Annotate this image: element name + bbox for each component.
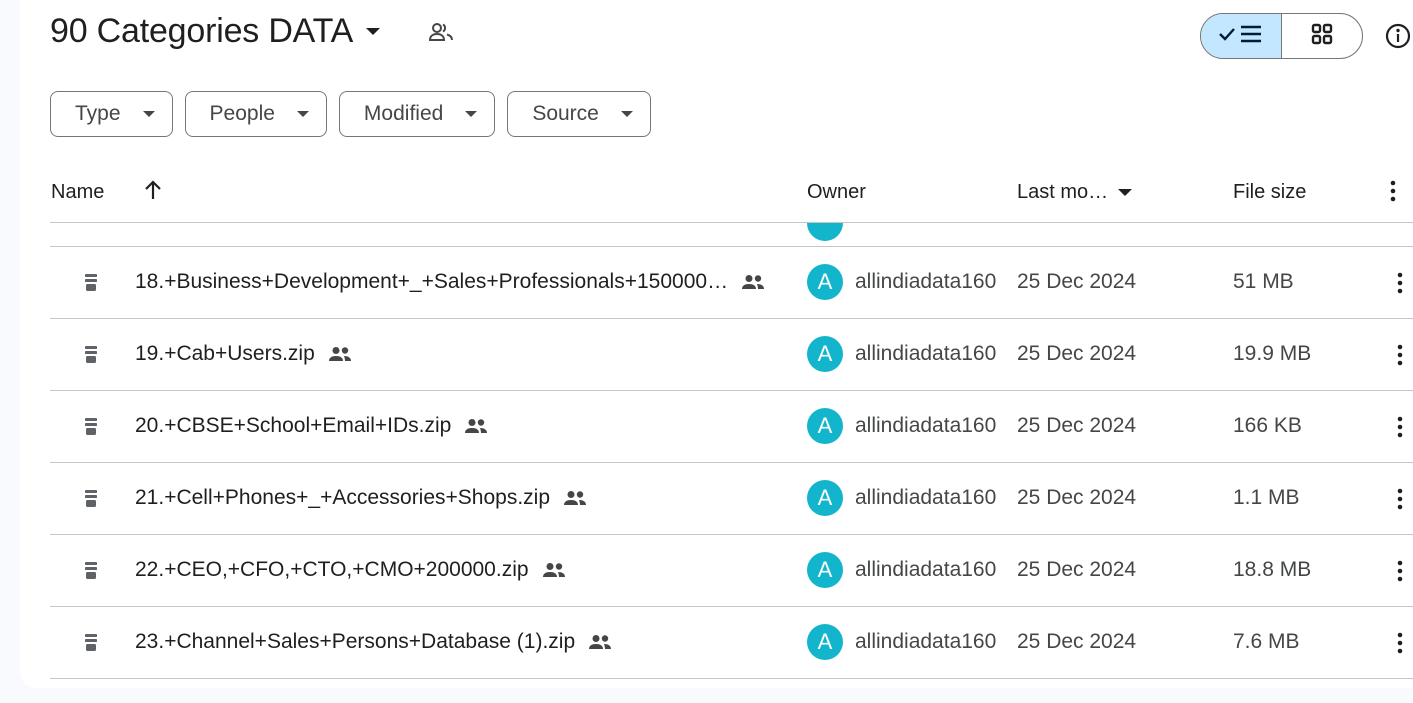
- shared-people-icon: [327, 346, 353, 362]
- folder-title[interactable]: 90 Categories DATA: [50, 12, 353, 51]
- column-options-more-icon[interactable]: [1390, 180, 1396, 202]
- column-modified-header[interactable]: Last mo…: [1017, 181, 1133, 204]
- more-actions-icon[interactable]: [1390, 413, 1410, 441]
- zip-file-icon: [83, 273, 99, 293]
- zip-file-icon: [83, 345, 99, 365]
- more-actions-icon[interactable]: [1390, 485, 1410, 513]
- table-row[interactable]: 19.+Cab+Users.zip A allindiadata160 25 D…: [50, 319, 1413, 391]
- avatar: A: [807, 624, 843, 660]
- table-row[interactable]: 22.+CEO,+CFO,+CTO,+CMO+200000.zip A alli…: [50, 535, 1413, 607]
- shared-people-icon: [541, 562, 567, 578]
- file-size: 19.9 MB: [1233, 342, 1312, 365]
- view-toggle: [1200, 13, 1363, 59]
- list-view-button[interactable]: [1201, 14, 1282, 58]
- dropdown-caret-icon: [620, 110, 633, 118]
- dropdown-caret-icon: [142, 110, 155, 118]
- owner-name: allindiadata160: [855, 414, 997, 437]
- shared-people-icon: [587, 634, 613, 650]
- last-modified: 25 Dec 2024: [1017, 414, 1137, 437]
- shared-people-icon: [463, 418, 489, 434]
- avatar: A: [807, 552, 843, 588]
- table-row[interactable]: 20.+CBSE+School+Email+IDs.zip A allindia…: [50, 391, 1413, 463]
- owner-name: allindiadata160: [855, 558, 997, 581]
- filter-chips: Type People Modified Source: [50, 91, 651, 137]
- table-row[interactable]: [50, 679, 1413, 688]
- shared-people-icon: [562, 490, 588, 506]
- info-icon[interactable]: [1384, 22, 1412, 50]
- last-modified: 25 Dec 2024: [1017, 342, 1137, 365]
- table-row[interactable]: 21.+Cell+Phones+_+Accessories+Shops.zip …: [50, 463, 1413, 535]
- file-size: 166 KB: [1233, 414, 1302, 437]
- table-header: Name Owner Last mo… File size: [50, 168, 1413, 223]
- chip-label: People: [209, 102, 275, 125]
- people-icon[interactable]: [427, 18, 455, 46]
- file-size: 1.1 MB: [1233, 486, 1300, 509]
- more-actions-icon[interactable]: [1390, 629, 1410, 657]
- column-name-header[interactable]: Name: [51, 181, 104, 204]
- owner-name: allindiadata160: [855, 342, 997, 365]
- table-row[interactable]: 23.+Channel+Sales+Persons+Database (1).z…: [50, 607, 1413, 679]
- file-name[interactable]: 22.+CEO,+CFO,+CTO,+CMO+200000.zip: [135, 558, 529, 582]
- file-name[interactable]: 21.+Cell+Phones+_+Accessories+Shops.zip: [135, 486, 550, 510]
- check-list-icon: [1217, 23, 1265, 50]
- zip-file-icon: [83, 417, 99, 437]
- column-size-header[interactable]: File size: [1233, 181, 1306, 204]
- file-size: 18.8 MB: [1233, 558, 1312, 581]
- chip-label: Type: [75, 102, 121, 125]
- owner-name: allindiadata160: [855, 486, 997, 509]
- shared-people-icon: [740, 274, 766, 290]
- avatar: A: [807, 336, 843, 372]
- file-size: 51 MB: [1233, 270, 1294, 293]
- file-name[interactable]: 23.+Channel+Sales+Persons+Database (1).z…: [135, 630, 575, 654]
- last-modified: 25 Dec 2024: [1017, 558, 1137, 581]
- filter-source-chip[interactable]: Source: [507, 91, 651, 137]
- table-row[interactable]: 18.+Business+Development+_+Sales+Profess…: [50, 247, 1413, 319]
- folder-menu-caret-icon[interactable]: [363, 22, 383, 42]
- chip-label: Source: [532, 102, 599, 125]
- chip-label: Modified: [363, 102, 444, 125]
- last-modified: 25 Dec 2024: [1017, 630, 1137, 653]
- zip-file-icon: [83, 561, 99, 581]
- grid-icon: [1311, 23, 1333, 50]
- owner-name: allindiadata160: [855, 270, 997, 293]
- file-name[interactable]: 19.+Cab+Users.zip: [135, 342, 315, 366]
- filter-modified-chip[interactable]: Modified: [338, 91, 496, 137]
- file-list: 18.+Business+Development+_+Sales+Profess…: [50, 223, 1413, 688]
- last-modified: 25 Dec 2024: [1017, 486, 1137, 509]
- avatar: [807, 223, 843, 241]
- owner-name: allindiadata160: [855, 630, 997, 653]
- dropdown-caret-icon: [1118, 188, 1133, 197]
- file-name[interactable]: 18.+Business+Development+_+Sales+Profess…: [135, 270, 728, 294]
- file-size: 7.6 MB: [1233, 630, 1300, 653]
- sort-ascending-arrow-icon[interactable]: [142, 178, 164, 202]
- avatar: A: [807, 408, 843, 444]
- zip-file-icon: [83, 633, 99, 653]
- more-actions-icon[interactable]: [1390, 557, 1410, 585]
- filter-people-chip[interactable]: People: [184, 91, 327, 137]
- dropdown-caret-icon: [296, 110, 309, 118]
- column-owner-header[interactable]: Owner: [807, 181, 866, 204]
- table-row[interactable]: [50, 223, 1413, 247]
- folder-header: 90 Categories DATA: [50, 12, 455, 51]
- last-modified: 25 Dec 2024: [1017, 270, 1137, 293]
- grid-view-button[interactable]: [1282, 14, 1362, 58]
- more-actions-icon[interactable]: [1390, 341, 1410, 369]
- column-modified-label: Last mo…: [1017, 181, 1109, 203]
- avatar: A: [807, 264, 843, 300]
- file-browser-panel: 90 Categories DATA Type People Modified …: [20, 0, 1413, 688]
- file-name[interactable]: 20.+CBSE+School+Email+IDs.zip: [135, 414, 451, 438]
- filter-type-chip[interactable]: Type: [50, 91, 173, 137]
- more-actions-icon[interactable]: [1390, 269, 1410, 297]
- zip-file-icon: [83, 489, 99, 509]
- avatar: A: [807, 480, 843, 516]
- dropdown-caret-icon: [465, 110, 478, 118]
